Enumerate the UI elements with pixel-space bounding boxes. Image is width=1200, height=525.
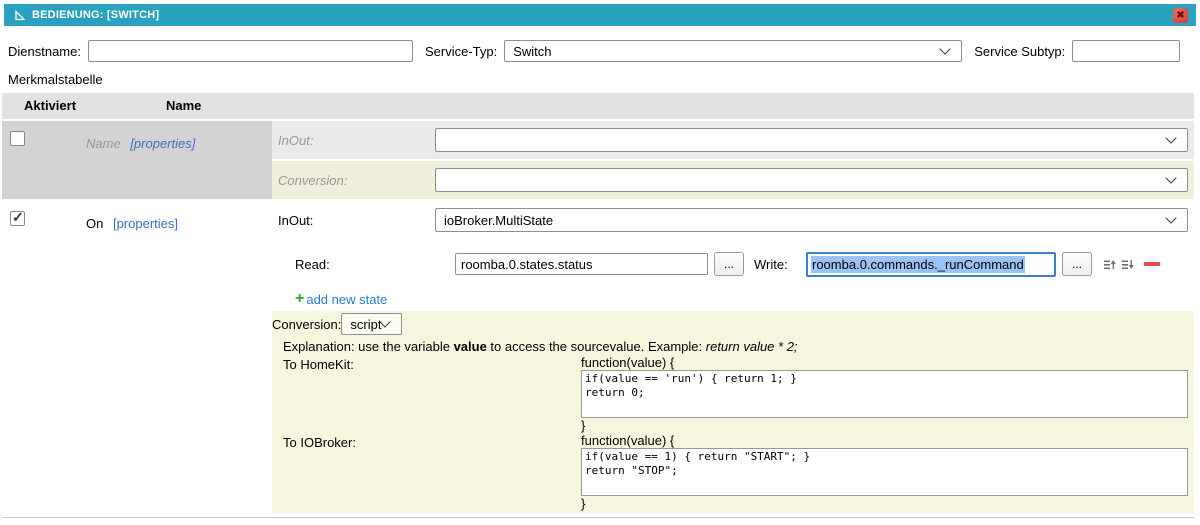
read-label: Read: xyxy=(295,257,455,272)
chevron-down-icon xyxy=(380,316,391,327)
add-state-row: + add new state xyxy=(272,287,1194,311)
chevron-down-icon xyxy=(1165,132,1176,143)
inout-label: InOut: xyxy=(272,133,435,148)
to-iobroker-label: To IOBroker: xyxy=(272,433,581,450)
explanation-example: return value * 2; xyxy=(706,339,798,354)
header-aktiviert: Aktiviert xyxy=(24,98,76,113)
row-name-inout-row: InOut: xyxy=(272,121,1194,159)
row-on-conversion-select[interactable]: script xyxy=(341,313,402,335)
write-browse-button[interactable]: ... xyxy=(1062,252,1092,276)
table-caption: Merkmalstabelle xyxy=(8,72,103,87)
script-explanation: Explanation: use the variable value to a… xyxy=(272,337,1194,355)
window-titlebar: BEDIENUNG: [SWITCH] ✖ xyxy=(4,4,1196,26)
move-up-icon[interactable] xyxy=(1102,257,1116,271)
move-down-icon[interactable] xyxy=(1120,257,1134,271)
read-browse-button[interactable]: ... xyxy=(714,252,744,276)
conversion-label: Conversion: xyxy=(272,317,341,332)
row-on-inout-value: ioBroker.MultiState xyxy=(444,213,553,228)
row-on-checkbox[interactable] xyxy=(10,211,25,226)
chevron-down-icon xyxy=(1165,172,1176,183)
dienstname-input[interactable] xyxy=(88,40,413,62)
characteristic-name-label: Name xyxy=(86,136,121,151)
dienstname-label: Dienstname: xyxy=(8,44,81,59)
collapse-triangle-icon[interactable] xyxy=(12,8,26,22)
explanation-middle: to access the sourcevalue. Example: xyxy=(487,339,706,354)
remove-state-icon[interactable] xyxy=(1144,262,1160,266)
plus-icon: + xyxy=(295,291,304,307)
properties-link[interactable]: [properties] xyxy=(130,136,195,151)
explanation-variable: value xyxy=(454,339,487,354)
characteristics-table: Aktiviert Name Name [properties] InOut: xyxy=(2,93,1194,518)
header-name: Name xyxy=(166,98,201,113)
row-on-conversion-row: Conversion: script xyxy=(272,311,1194,337)
write-input-value: roomba.0.commands._runCommand xyxy=(811,256,1025,273)
to-iobroker-row: To IOBroker: function(value) { if(value … xyxy=(272,433,1194,513)
properties-link[interactable]: [properties] xyxy=(113,216,178,231)
iobroker-function-block: function(value) { if(value == 1) { retur… xyxy=(581,433,1188,511)
characteristic-name-label: On xyxy=(86,216,103,231)
row-name-left-cell: Name [properties] xyxy=(2,121,272,199)
read-input[interactable] xyxy=(455,253,708,275)
homekit-function-block: function(value) { if(value == 'run') { r… xyxy=(581,355,1188,433)
homekit-function-close: } xyxy=(581,418,1188,433)
iobroker-code-textarea[interactable]: if(value == 1) { return "START"; } retur… xyxy=(581,448,1188,496)
row-name-conversion-row: Conversion: xyxy=(272,161,1194,199)
inout-label: InOut: xyxy=(272,213,435,228)
row-name-conversion-select[interactable] xyxy=(435,168,1188,192)
service-subtyp-input[interactable] xyxy=(1072,40,1180,62)
table-row-name: Name [properties] InOut: Conversion: xyxy=(2,121,1194,199)
row-name-right-cells: InOut: Conversion: xyxy=(272,121,1194,199)
state-order-controls xyxy=(1102,257,1160,271)
read-write-row: Read: ... Write: roomba.0.commands._runC… xyxy=(272,241,1194,287)
to-homekit-label: To HomeKit: xyxy=(272,355,581,372)
explanation-prefix: Explanation: use the variable xyxy=(283,339,454,354)
row-on-right-cells: InOut: ioBroker.MultiState Read: ... Wri… xyxy=(272,201,1194,513)
row-name-title: Name [properties] xyxy=(86,136,195,151)
service-typ-label: Service-Typ: xyxy=(425,44,497,59)
write-label: Write: xyxy=(754,257,806,272)
table-header: Aktiviert Name xyxy=(2,93,1194,119)
table-row-on: On [properties] InOut: ioBroker.MultiSta… xyxy=(2,201,1194,513)
service-form-row: Dienstname: Service-Typ: Switch Service … xyxy=(8,40,1180,62)
row-on-title: On [properties] xyxy=(86,216,178,231)
service-editor-window: BEDIENUNG: [SWITCH] ✖ Dienstname: Servic… xyxy=(0,0,1200,525)
iobroker-function-open: function(value) { xyxy=(581,433,1188,448)
homekit-function-open: function(value) { xyxy=(581,355,1188,370)
row-name-inout-select[interactable] xyxy=(435,128,1188,152)
row-on-conversion-value: script xyxy=(350,317,381,332)
service-subtyp-label: Service Subtyp: xyxy=(974,44,1065,59)
row-on-inout-select[interactable]: ioBroker.MultiState xyxy=(435,208,1188,232)
write-input[interactable]: roomba.0.commands._runCommand xyxy=(806,252,1056,277)
row-on-inout-row: InOut: ioBroker.MultiState xyxy=(272,201,1194,239)
service-typ-value: Switch xyxy=(513,44,551,59)
conversion-label: Conversion: xyxy=(272,173,435,188)
row-name-checkbox[interactable] xyxy=(10,131,25,146)
chevron-down-icon xyxy=(1165,212,1176,223)
window-title: BEDIENUNG: [SWITCH] xyxy=(32,9,159,21)
service-typ-select[interactable]: Switch xyxy=(504,40,962,62)
close-icon[interactable]: ✖ xyxy=(1173,8,1188,23)
to-homekit-row: To HomeKit: function(value) { if(value =… xyxy=(272,355,1194,433)
homekit-code-textarea[interactable]: if(value == 'run') { return 1; } return … xyxy=(581,370,1188,418)
add-new-state-link[interactable]: add new state xyxy=(306,292,387,307)
row-on-left-cell: On [properties] xyxy=(2,201,272,513)
chevron-down-icon xyxy=(940,43,951,54)
iobroker-function-close: } xyxy=(581,496,1188,511)
